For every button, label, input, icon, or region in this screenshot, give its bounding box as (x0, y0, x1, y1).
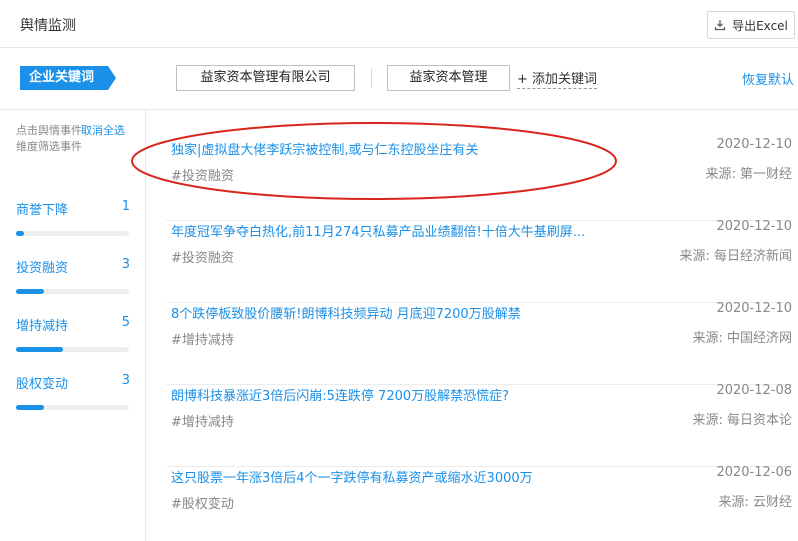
news-date: 2020-12-08 (716, 383, 792, 398)
filter-item-goodwill-decline[interactable]: 商誉下降 1 (16, 199, 130, 236)
page-title: 舆情监测 (20, 18, 76, 34)
keyword-divider (371, 68, 372, 88)
news-date: 2020-12-10 (716, 137, 792, 152)
news-source: 来源: 云财经 (718, 495, 792, 510)
filter-progress-track (16, 347, 129, 352)
news-title-link[interactable]: 朗博科技暴涨近3倍后闪崩:5连跌停 7200万股解禁恐慌症? (171, 385, 509, 404)
filter-item-holding-change[interactable]: 增持减持 5 (16, 315, 130, 352)
news-source: 来源: 每日经济新闻 (679, 249, 792, 264)
news-title-link[interactable]: 独家|虚拟盘大佬李跃宗被控制,或与仁东控股坐庄有关 (171, 139, 479, 158)
filter-progress-fill (16, 289, 45, 294)
add-keyword-link[interactable]: + 添加关键词 (517, 68, 598, 89)
news-tag: #股权变动 (171, 497, 234, 512)
news-title-link[interactable]: 这只股票一年涨3倍后4个一字跌停有私募资产或缩水近3000万 (171, 467, 533, 486)
news-title-link[interactable]: 年度冠军争夺白热化,前11月274只私募产品业绩翻倍!十倍大牛基刷屏... (171, 221, 585, 240)
news-tag: #投资融资 (171, 169, 234, 184)
keyword-section-tag: 企业关键词 (20, 66, 116, 90)
keyword-chip-full-name[interactable]: 益家资本管理有限公司 (176, 65, 355, 91)
news-source: 来源: 中国经济网 (692, 331, 792, 346)
news-source: 来源: 第一财经 (705, 167, 792, 182)
keyword-chip-short-name[interactable]: 益家资本管理 (387, 65, 510, 91)
news-date: 2020-12-06 (716, 465, 792, 480)
filter-item-equity-change[interactable]: 股权变动 3 (16, 373, 130, 410)
filter-item-label: 增持减持 (16, 319, 69, 334)
news-item: 年度冠军争夺白热化,前11月274只私募产品业绩翻倍!十倍大牛基刷屏... #投… (166, 219, 792, 303)
filter-item-label: 投资融资 (16, 261, 69, 276)
top-bar: 舆情监测 导出Excel (0, 0, 798, 48)
download-icon (714, 20, 726, 31)
news-date: 2020-12-10 (716, 219, 792, 234)
news-item: 朗博科技暴涨近3倍后闪崩:5连跌停 7200万股解禁恐慌症? #增持减持 202… (166, 383, 792, 467)
news-tag: #投资融资 (171, 251, 234, 266)
filter-item-count: 3 (121, 373, 130, 388)
filter-hint: 点击舆情事件维度筛选事件 (16, 124, 82, 153)
news-item: 独家|虚拟盘大佬李跃宗被控制,或与仁东控股坐庄有关 #投资融资 2020-12-… (166, 137, 792, 221)
filter-progress-fill (16, 347, 64, 352)
filter-progress-fill (16, 231, 24, 236)
news-tag: #增持减持 (171, 415, 234, 430)
export-label: 导出Excel (732, 18, 788, 33)
filter-item-count: 1 (121, 199, 130, 214)
news-item: 8个跌停板致股价腰斩!朗博科技频异动 月底迎7200万股解禁 #增持减持 202… (166, 301, 792, 385)
news-title-link[interactable]: 8个跌停板致股价腰斩!朗博科技频异动 月底迎7200万股解禁 (171, 303, 521, 322)
filter-progress-track (16, 405, 129, 410)
filter-item-label: 股权变动 (16, 377, 69, 392)
filter-progress-track (16, 231, 129, 236)
export-excel-button[interactable]: 导出Excel (707, 11, 795, 39)
filter-item-count: 5 (121, 315, 130, 330)
filter-item-investment-financing[interactable]: 投资融资 3 (16, 257, 130, 294)
filter-item-label: 商誉下降 (16, 203, 69, 218)
restore-default-link[interactable]: 恢复默认 (742, 69, 794, 88)
news-source: 来源: 每日资本论 (692, 413, 792, 428)
filter-progress-track (16, 289, 129, 294)
news-item: 这只股票一年涨3倍后4个一字跌停有私募资产或缩水近3000万 #股权变动 202… (166, 465, 792, 541)
clear-all-link[interactable]: 取消全选 (81, 123, 125, 139)
news-date: 2020-12-10 (716, 301, 792, 316)
filter-progress-fill (16, 405, 45, 410)
filter-item-count: 3 (121, 257, 130, 272)
news-tag: #增持减持 (171, 333, 234, 348)
